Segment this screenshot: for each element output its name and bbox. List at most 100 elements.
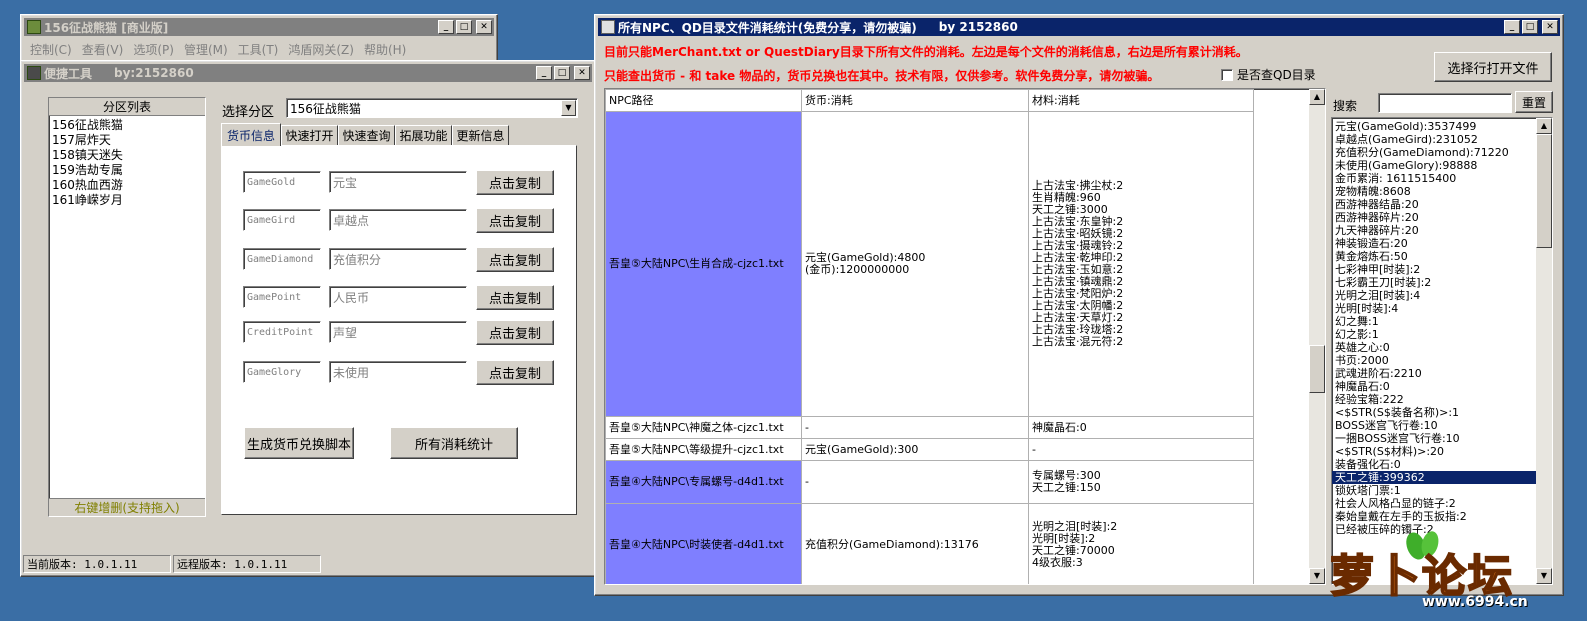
material-cell[interactable]: 光明之泪[时装]:2 光明[时装]:2 天工之锤:70000 4级衣服:3 <box>1028 503 1254 584</box>
maximize-icon[interactable]: □ <box>1522 20 1538 34</box>
menu-gateway[interactable]: 鸿盾网关(Z) <box>283 39 359 60</box>
maximize-icon[interactable]: □ <box>554 66 570 80</box>
close-icon[interactable]: ✕ <box>476 20 492 34</box>
total-item[interactable]: 神魔晶石:0 <box>1332 380 1536 393</box>
copy-button[interactable]: 点击复制 <box>476 360 554 385</box>
currency-name-field[interactable]: 未使用 <box>329 361 467 383</box>
currency-name-field[interactable]: 卓越点 <box>329 209 467 231</box>
table-row[interactable]: 吾皇⑤大陆NPC\等级提升-cjzc1.txt 元宝(GameGold):300… <box>605 438 1254 461</box>
partition-select[interactable]: 156征战熊猫 ▼ <box>286 98 578 118</box>
total-item[interactable]: 光明之泪[时装]:4 <box>1332 289 1536 302</box>
partition-item[interactable]: 158镇天迷失 <box>49 148 205 163</box>
currency-cell[interactable]: 充值积分(GameDiamond):13176 <box>801 503 1029 584</box>
total-item[interactable]: 秦始皇戴在左手的玉扳指:2 <box>1332 510 1536 523</box>
tab-quick-open[interactable]: 快速打开 <box>281 125 338 145</box>
scrollbar-thumb[interactable] <box>1309 345 1325 393</box>
material-cell[interactable]: 专属螺号:300 天工之锤:150 <box>1028 460 1254 504</box>
menu-manage[interactable]: 管理(M) <box>179 39 233 60</box>
npc-path-cell[interactable]: 吾皇⑤大陆NPC\等级提升-cjzc1.txt <box>605 438 802 461</box>
total-item[interactable]: 九天神器碎片:20 <box>1332 224 1536 237</box>
table-row[interactable]: 吾皇④大陆NPC\时装使者-d4d1.txt 充值积分(GameDiamond)… <box>605 503 1254 584</box>
total-item[interactable]: 充值积分(GameDiamond):71220 <box>1332 146 1536 159</box>
copy-button[interactable]: 点击复制 <box>476 285 554 310</box>
currency-code-field[interactable]: GameGird <box>243 209 321 231</box>
table-row[interactable]: 吾皇④大陆NPC\专属螺号-d4d1.txt - 专属螺号:300 天工之锤:1… <box>605 460 1254 504</box>
npc-path-cell[interactable]: 吾皇⑤大陆NPC\神魔之体-cjzc1.txt <box>605 416 802 439</box>
total-item[interactable]: 西游神器结晶:20 <box>1332 198 1536 211</box>
close-icon[interactable]: ✕ <box>1542 20 1558 34</box>
currency-code-field[interactable]: GameDiamond <box>243 248 321 270</box>
currency-name-field[interactable]: 充值积分 <box>329 248 467 270</box>
scrollbar-thumb[interactable] <box>1536 134 1552 248</box>
total-item[interactable]: 英雄之心:0 <box>1332 341 1536 354</box>
table-row[interactable]: 吾皇⑤大陆NPC\生肖合成-cjzc1.txt 元宝(GameGold):480… <box>605 111 1254 417</box>
total-item[interactable]: <$STR(S$材料)>:20 <box>1332 445 1536 458</box>
menu-view[interactable]: 查看(V) <box>77 39 129 60</box>
tab-extensions[interactable]: 拓展功能 <box>395 125 452 145</box>
material-cell[interactable]: 上古法宝·拂尘杖:2 生肖精魄:960 天工之锤:3000 上古法宝·东皇钟:2… <box>1028 111 1254 417</box>
tab-currency-info[interactable]: 货币信息 <box>221 123 281 146</box>
partition-item[interactable]: 156征战熊猫 <box>49 118 205 133</box>
generate-script-button[interactable]: 生成货币兑换脚本 <box>244 427 354 459</box>
total-item[interactable]: 经验宝箱:222 <box>1332 393 1536 406</box>
total-item[interactable]: 金币累消: 1611515400 <box>1332 172 1536 185</box>
total-item[interactable]: 元宝(GameGold):3537499 <box>1332 120 1536 133</box>
total-item[interactable]: 西游神器碎片:20 <box>1332 211 1536 224</box>
total-item[interactable]: 社会人风格凸显的链子:2 <box>1332 497 1536 510</box>
copy-button[interactable]: 点击复制 <box>476 320 554 345</box>
copy-button[interactable]: 点击复制 <box>476 208 554 233</box>
currency-code-field[interactable]: GameGold <box>243 171 321 193</box>
total-item[interactable]: 七彩霸王刀[时装]:2 <box>1332 276 1536 289</box>
checkbox-icon[interactable] <box>1221 68 1233 81</box>
partition-list[interactable]: 分区列表 156征战熊猫 157屌炸天 158镇天迷失 159浩劫专属 160热… <box>48 97 206 517</box>
material-cell[interactable]: - <box>1028 438 1254 461</box>
all-stats-button[interactable]: 所有消耗统计 <box>390 427 518 459</box>
table-row[interactable]: 吾皇⑤大陆NPC\神魔之体-cjzc1.txt - 神魔晶石:0 <box>605 416 1254 439</box>
total-item[interactable]: 书页:2000 <box>1332 354 1536 367</box>
currency-cell[interactable]: 元宝(GameGold):4800 (金币):1200000000 <box>801 111 1029 417</box>
menu-help[interactable]: 帮助(H) <box>359 39 411 60</box>
column-header-currency[interactable]: 货币:消耗 <box>801 89 1029 112</box>
total-item[interactable]: 光明[时装]:4 <box>1332 302 1536 315</box>
menu-control[interactable]: 控制(C) <box>25 39 77 60</box>
total-item[interactable]: 神装锻造石:20 <box>1332 237 1536 250</box>
currency-code-field[interactable]: GamePoint <box>243 286 321 308</box>
total-item[interactable]: 幻之舞:1 <box>1332 315 1536 328</box>
total-item[interactable]: 一捆BOSS迷宫飞行卷:10 <box>1332 432 1536 445</box>
scroll-up-icon[interactable]: ▲ <box>1536 118 1552 134</box>
total-item[interactable]: 幻之影:1 <box>1332 328 1536 341</box>
menu-tools[interactable]: 工具(T) <box>233 39 284 60</box>
partition-item[interactable]: 159浩劫专属 <box>49 163 205 178</box>
tool-window-titlebar[interactable]: 便捷工具 by:2152860 _ □ ✕ <box>24 64 592 82</box>
partition-item[interactable]: 161峥嵘岁月 <box>49 193 205 208</box>
currency-name-field[interactable]: 元宝 <box>329 171 467 193</box>
currency-name-field[interactable]: 声望 <box>329 321 467 343</box>
total-item[interactable]: 宠物精魄:8608 <box>1332 185 1536 198</box>
chevron-down-icon[interactable]: ▼ <box>561 100 576 116</box>
currency-name-field[interactable]: 人民币 <box>329 286 467 308</box>
scroll-up-icon[interactable]: ▲ <box>1309 89 1325 105</box>
npc-path-cell[interactable]: 吾皇④大陆NPC\专属螺号-d4d1.txt <box>605 460 802 504</box>
reset-button[interactable]: 重置 <box>1515 91 1553 113</box>
menu-options[interactable]: 选项(P) <box>128 39 179 60</box>
currency-code-field[interactable]: CreditPoint <box>243 321 321 343</box>
total-item[interactable]: <$STR(S$装备名称)>:1 <box>1332 406 1536 419</box>
tab-update-info[interactable]: 更新信息 <box>452 125 509 145</box>
total-item[interactable]: 武魂进阶石:2210 <box>1332 367 1536 380</box>
minimize-icon[interactable]: _ <box>438 20 454 34</box>
total-item[interactable]: 装备强化石:0 <box>1332 458 1536 471</box>
total-item[interactable]: 天工之锤:399362 <box>1332 471 1536 484</box>
qd-checkbox[interactable]: 是否查QD目录 <box>1221 66 1316 83</box>
total-item[interactable]: BOSS迷宫飞行卷:10 <box>1332 419 1536 432</box>
total-item[interactable]: 七彩神甲[时装]:2 <box>1332 263 1536 276</box>
totals-scrollbar[interactable]: ▲ ▼ <box>1536 118 1552 584</box>
currency-cell[interactable]: - <box>801 416 1029 439</box>
stats-window-titlebar[interactable]: 所有NPC、QD目录文件消耗统计(免费分享，请勿被骗) by 2152860 _… <box>598 18 1560 36</box>
currency-cell[interactable]: 元宝(GameGold):300 <box>801 438 1029 461</box>
column-header-npc[interactable]: NPC路径 <box>605 89 802 112</box>
search-input[interactable] <box>1378 93 1512 113</box>
main-window-titlebar[interactable]: 156征战熊猫 [商业版] _ □ ✕ <box>24 18 494 36</box>
currency-code-field[interactable]: GameGlory <box>243 361 321 383</box>
total-item[interactable]: 锁妖塔门票:1 <box>1332 484 1536 497</box>
copy-button[interactable]: 点击复制 <box>476 247 554 272</box>
